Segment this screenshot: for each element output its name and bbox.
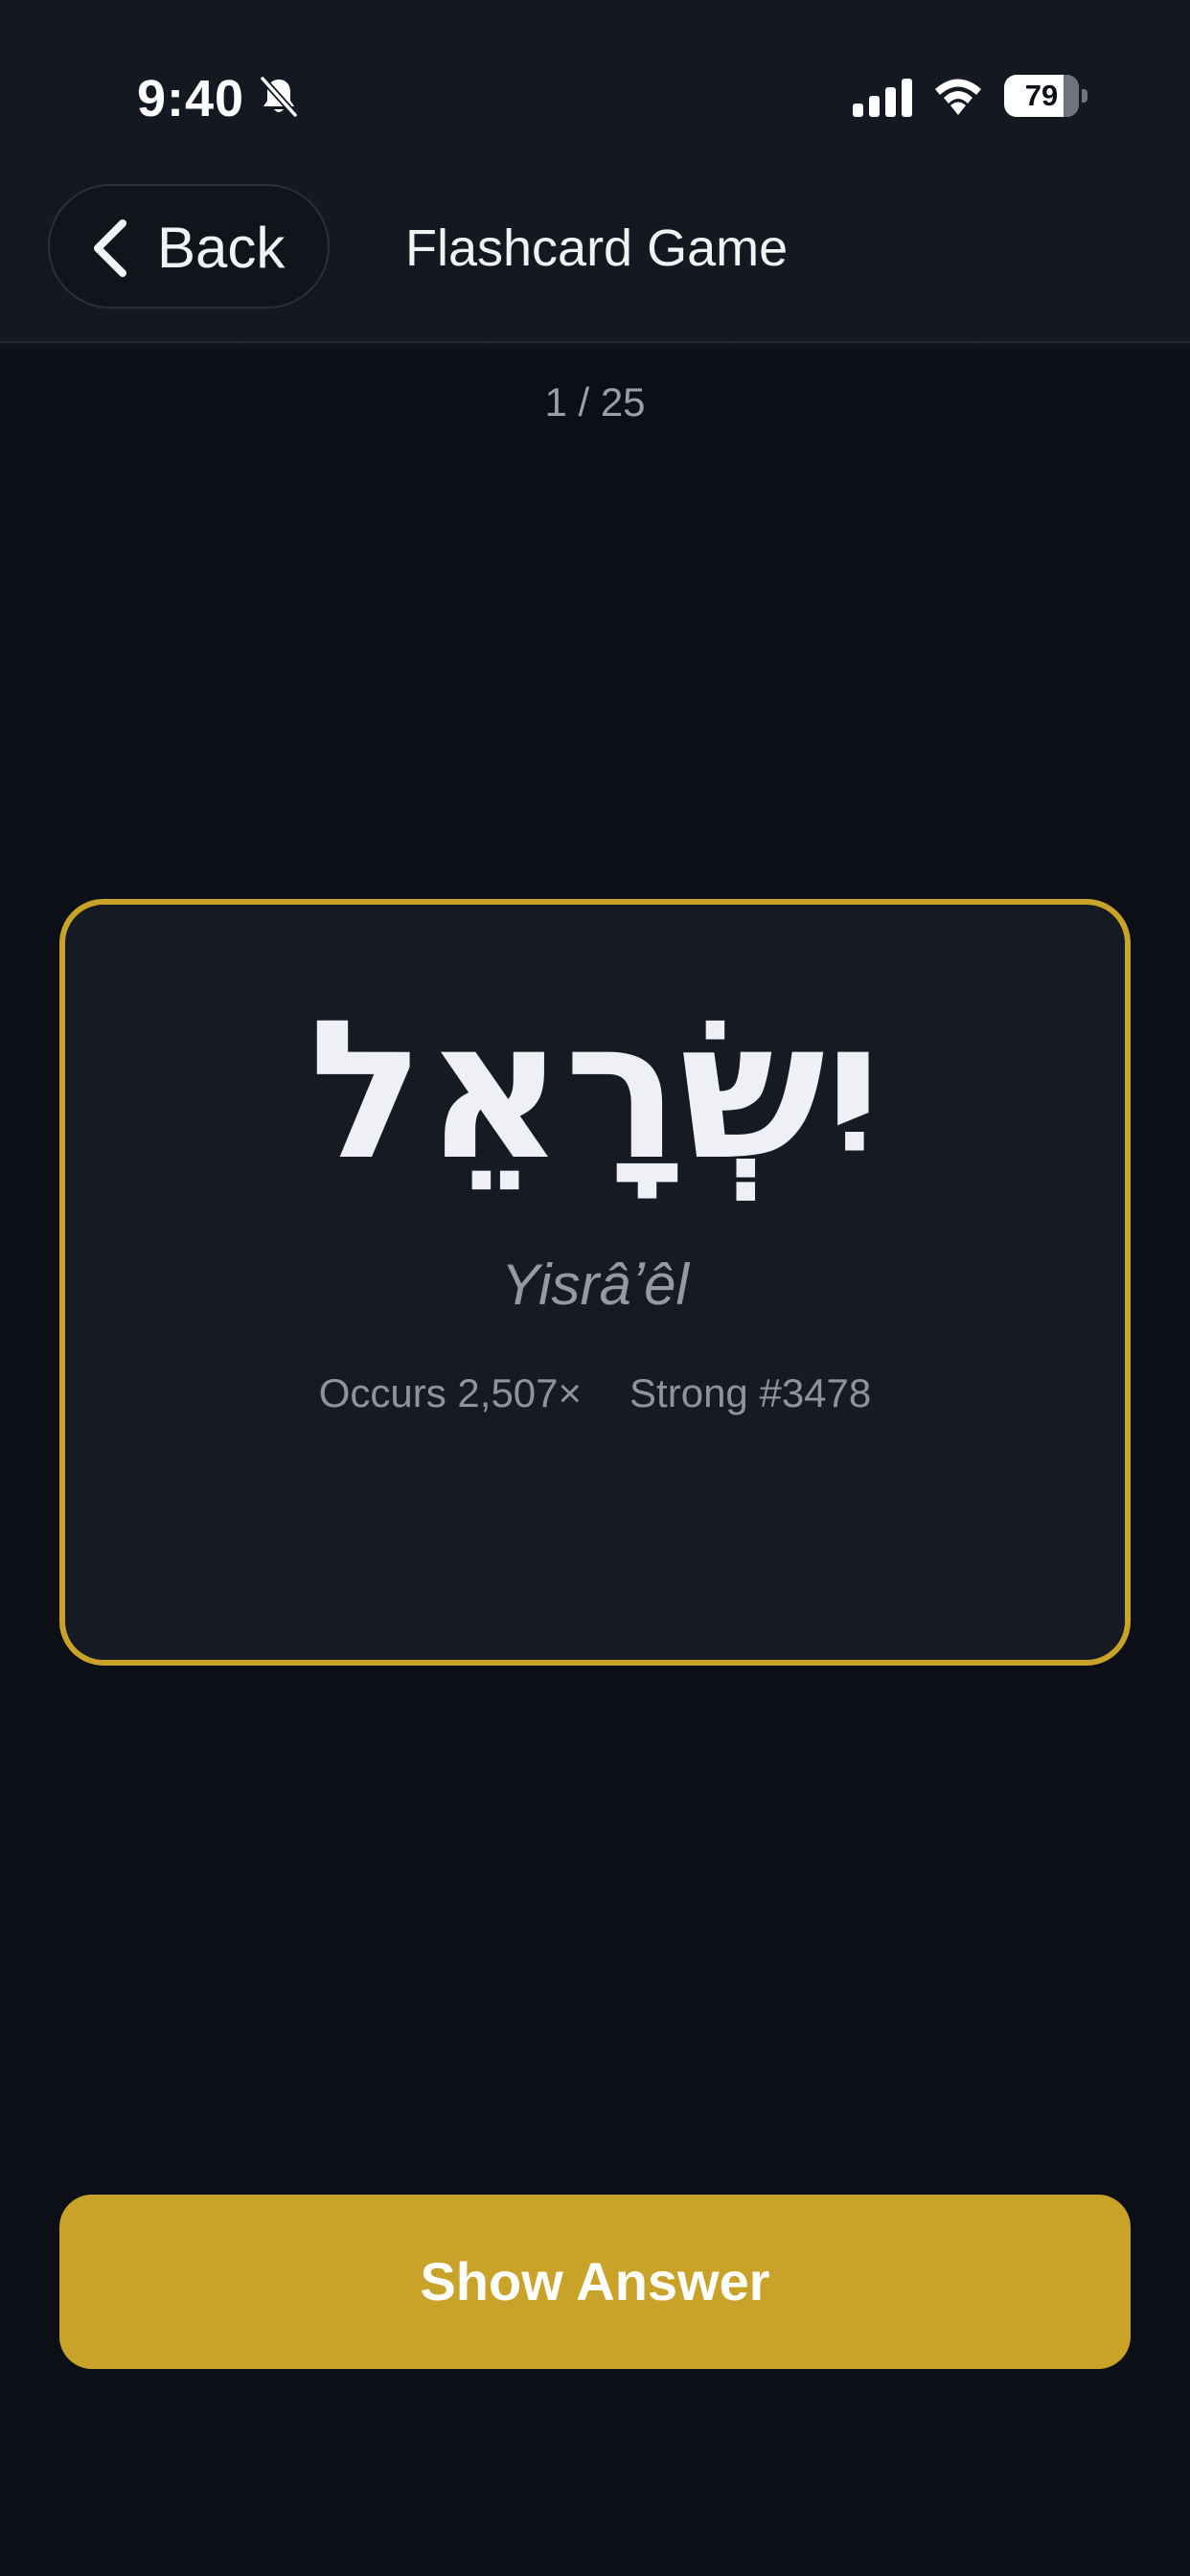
page-title: Flashcard Game [405, 219, 789, 277]
progress-counter: 1 / 25 [544, 380, 646, 425]
flashcard[interactable]: יִשְׂרָאֵל Yisrâʼêl Occurs 2,507× Strong … [59, 899, 1131, 1666]
back-label: Back [157, 216, 286, 280]
status-bar: 9:40 79 [0, 0, 1190, 182]
battery-icon: 79 [1004, 75, 1087, 117]
strong-number: Strong #3478 [629, 1370, 872, 1415]
wifi-icon [935, 79, 981, 115]
show-answer-button[interactable]: Show Answer [59, 2195, 1131, 2369]
flashcard-meta: Occurs 2,507× Strong #3478 [65, 1370, 1125, 1416]
chevron-left-icon [94, 219, 126, 277]
flashcard-word: יִשְׂרָאֵל [309, 979, 881, 1203]
header-shadow [0, 343, 1190, 353]
status-time: 9:40 [137, 70, 245, 127]
flashcard-screen: 9:40 79 Back Flashcard Game 1 / 25 יִשְׂ… [0, 0, 1190, 2576]
battery-cap [1082, 89, 1087, 103]
cellular-signal-icon [853, 79, 912, 117]
flashcard-transliteration: Yisrâʼêl [501, 1253, 689, 1317]
bell-slash-icon [259, 75, 299, 119]
occurrence-count: Occurs 2,507× [318, 1370, 583, 1415]
battery-level: 79 [1024, 79, 1059, 112]
back-button[interactable]: Back [48, 184, 330, 309]
battery-body: 79 [1004, 75, 1079, 117]
show-answer-label: Show Answer [420, 2251, 770, 2312]
